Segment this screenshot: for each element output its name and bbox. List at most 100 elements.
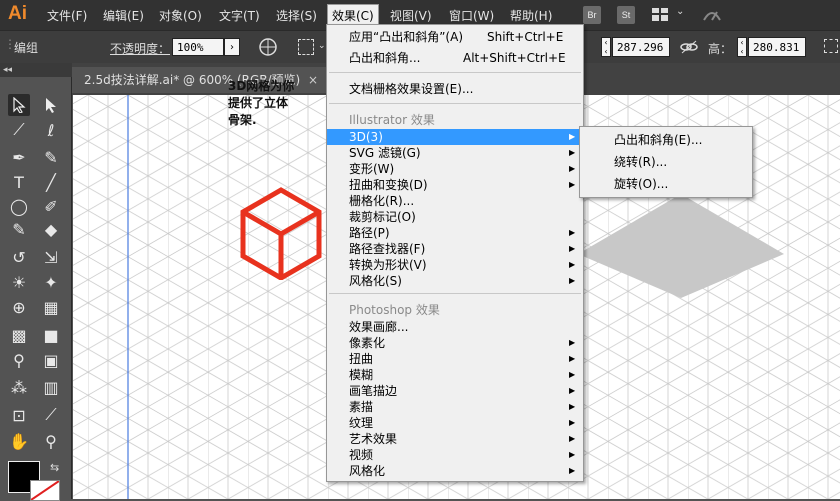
width-field[interactable]: 287.296 [612, 37, 670, 57]
chevron-down-icon[interactable]: ⌄ [676, 6, 684, 17]
menu-item-pathfinder[interactable]: 路径查找器(F) ▶ [327, 241, 583, 257]
opacity-field[interactable]: 100% [172, 38, 224, 56]
cube-artwork[interactable] [238, 186, 324, 281]
menu-item-label: 3D(3) [349, 130, 383, 144]
menu-item-label: 栅格化(R)... [349, 194, 415, 208]
menu-item-distort-transform[interactable]: 扭曲和变换(D) ▶ [327, 177, 583, 193]
diamond-artwork[interactable] [578, 194, 784, 298]
menu-select[interactable]: 选择(S) [276, 7, 317, 24]
recolor-icon[interactable] [258, 37, 278, 57]
canvas-text: 3D网格为你 提供了立体 骨架. [228, 78, 294, 129]
chevron-down-icon[interactable]: ⌄ [318, 41, 326, 51]
menu-item-label: 艺术效果 [349, 432, 398, 446]
menu-item-distort[interactable]: 扭曲 ▶ [327, 351, 583, 367]
menu-view[interactable]: 视图(V) [390, 7, 432, 24]
lasso-tool-icon[interactable]: ℓ [40, 119, 62, 141]
opacity-label[interactable]: 不透明度： [110, 40, 170, 57]
menu-item-pixelate[interactable]: 像素化 ▶ [327, 335, 583, 351]
mesh-tool-icon[interactable]: ▩ [8, 324, 30, 346]
column-graph-tool-icon[interactable]: ▥ [40, 376, 62, 398]
menu-window[interactable]: 窗口(W) [449, 7, 494, 24]
scale-tool-icon[interactable]: ⇲ [40, 246, 62, 268]
menu-item-convert-to-shape[interactable]: 转换为形状(V) ▶ [327, 257, 583, 273]
curvature-tool-icon[interactable]: ✎ [40, 146, 62, 168]
rotate-tool-icon[interactable]: ↺ [8, 246, 30, 268]
artboard-tool-icon[interactable]: ⊡ [8, 404, 30, 426]
menu-object[interactable]: 对象(O) [159, 7, 202, 24]
menu-item-brush-strokes[interactable]: 画笔描边 ▶ [327, 383, 583, 399]
menu-item-revolve[interactable]: 绕转(R)... [580, 154, 752, 170]
paintbrush-tool-icon[interactable]: ✐ [40, 195, 62, 217]
menu-item-extrude-bevel[interactable]: 凸出和斜角(E)... [580, 132, 752, 148]
pen-tool-icon[interactable]: ✒ [8, 146, 30, 168]
menu-item-ps-stylize[interactable]: 风格化 ▶ [327, 463, 583, 479]
menu-item-raster-settings[interactable]: 文档栅格效果设置(E)... [327, 81, 583, 97]
gpu-performance-icon[interactable] [702, 6, 722, 24]
menu-item-rotate[interactable]: 旋转(O)... [580, 176, 752, 192]
menu-item-sketch[interactable]: 素描 ▶ [327, 399, 583, 415]
menu-item-rasterize[interactable]: 栅格化(R)... [327, 193, 583, 209]
menu-item-texture[interactable]: 纹理 ▶ [327, 415, 583, 431]
menu-item-shortcut: Shift+Ctrl+E [487, 30, 564, 44]
menu-help[interactable]: 帮助(H) [510, 7, 552, 24]
transform-icon[interactable] [824, 39, 838, 53]
selection-type-label: 编组 [14, 41, 39, 55]
menu-item-svg-filters[interactable]: SVG 滤镜(G) ▶ [327, 145, 583, 161]
ellipse-tool-icon[interactable]: ◯ [8, 195, 30, 217]
menu-item-3d[interactable]: 3D(3) ▶ [327, 129, 583, 145]
menu-item-label: 凸出和斜角(E)... [614, 133, 703, 147]
eraser-tool-icon[interactable]: ◆ [40, 218, 62, 240]
gradient-tool-icon[interactable]: ■ [40, 324, 62, 346]
line-tool-icon[interactable]: ╱ [40, 171, 62, 193]
menu-item-label: 应用“凸出和斜角”(A) [349, 30, 464, 44]
menu-file[interactable]: 文件(F) [47, 7, 87, 24]
menu-divider [329, 293, 581, 294]
menu-edit[interactable]: 编辑(E) [103, 7, 144, 24]
workspace-grid-icon[interactable] [652, 8, 668, 21]
type-tool-icon[interactable]: T [8, 171, 30, 193]
perspective-grid-tool-icon[interactable]: ▦ [40, 296, 62, 318]
direct-selection-tool-icon[interactable] [40, 94, 62, 116]
menu-item-label: 旋转(O)... [614, 177, 669, 191]
height-field[interactable]: 280.831 [748, 37, 806, 57]
opacity-arrow-icon[interactable]: › [224, 38, 240, 56]
submenu-arrow-icon: ▶ [569, 164, 576, 173]
menu-item-warp[interactable]: 变形(W) ▶ [327, 161, 583, 177]
app-logo: Ai [8, 3, 27, 24]
warp-tool-icon[interactable]: ☀ [8, 271, 30, 293]
close-icon[interactable]: × [308, 67, 318, 93]
eyedropper-tool-icon[interactable]: ⚲ [8, 349, 30, 371]
menu-item-apply-last[interactable]: 应用“凸出和斜角”(A) Shift+Ctrl+E [327, 29, 583, 45]
link-icon[interactable] [680, 39, 698, 55]
tools-panel-collapse[interactable]: ◂◂ [0, 63, 72, 77]
swap-fill-stroke-icon[interactable]: ⇆ [50, 461, 59, 474]
menu-item-blur[interactable]: 模糊 ▶ [327, 367, 583, 383]
puppet-warp-tool-icon[interactable]: ✦ [40, 271, 62, 293]
symbol-sprayer-tool-icon[interactable]: ⁂ [8, 376, 30, 398]
hand-tool-icon[interactable]: ✋ [8, 430, 30, 452]
width-stepper[interactable]: ‹ ‹ [601, 37, 611, 57]
slice-tool-icon[interactable]: ⟋ [40, 404, 62, 426]
menu-item-label: 素描 [349, 400, 374, 414]
selection-tool-icon[interactable] [8, 94, 30, 116]
menu-item-artistic[interactable]: 艺术效果 ▶ [327, 431, 583, 447]
menu-type[interactable]: 文字(T) [219, 7, 260, 24]
magic-wand-tool-icon[interactable]: ⟋ [8, 119, 30, 141]
align-icon[interactable] [298, 39, 314, 55]
height-stepper[interactable]: ‹ ‹ [737, 37, 747, 57]
menu-item-last-effect[interactable]: 凸出和斜角... Alt+Shift+Ctrl+E [327, 50, 583, 66]
stock-icon[interactable]: St [617, 6, 635, 24]
menu-item-path[interactable]: 路径(P) ▶ [327, 225, 583, 241]
menu-item-video[interactable]: 视频 ▶ [327, 447, 583, 463]
stroke-swatch[interactable] [30, 480, 60, 501]
shape-builder-tool-icon[interactable]: ⊕ [8, 296, 30, 318]
menu-item-stylize[interactable]: 风格化(S) ▶ [327, 273, 583, 289]
menu-item-crop-marks[interactable]: 裁剪标记(O) [327, 209, 583, 225]
bridge-icon[interactable]: Br [583, 6, 601, 24]
submenu-arrow-icon: ▶ [569, 276, 576, 285]
shaper-tool-icon[interactable]: ✎ [8, 218, 30, 240]
menu-item-effect-gallery[interactable]: 效果画廊... [327, 319, 583, 335]
menu-item-label: 效果画廊... [349, 320, 409, 334]
zoom-tool-icon[interactable]: ⚲ [40, 430, 62, 452]
blend-tool-icon[interactable]: ▣ [40, 349, 62, 371]
